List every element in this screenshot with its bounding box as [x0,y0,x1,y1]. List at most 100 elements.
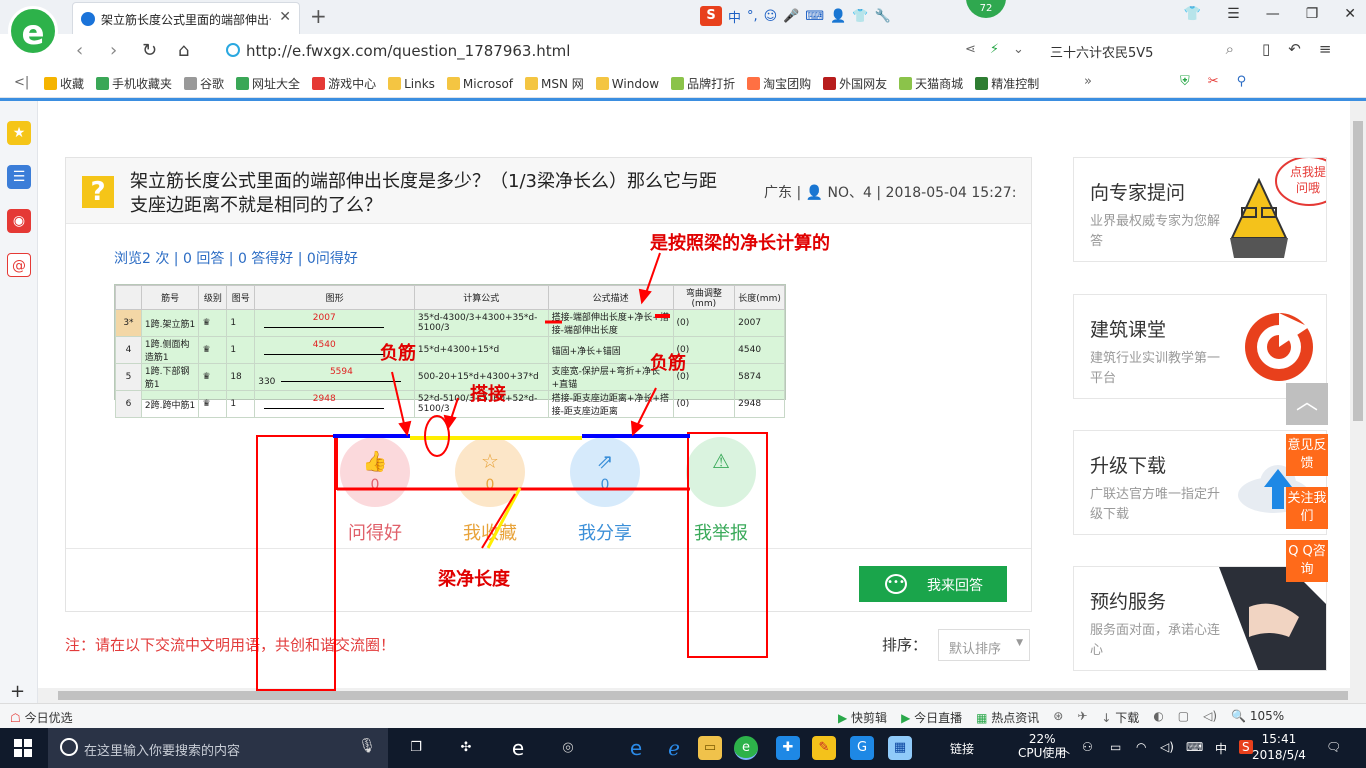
status-item[interactable]: ↓ 下载 [1101,709,1139,726]
menu-icon[interactable]: ☰ [1227,6,1240,22]
microphone-icon[interactable]: 🎙 [358,738,376,754]
status-item[interactable]: ⊛ [1053,709,1063,726]
bookmark-item[interactable]: Links [388,75,435,92]
cell-idx[interactable]: 5 [115,363,142,391]
action-share[interactable]: ⇗ 0 我分享 [570,437,640,545]
cell-length[interactable]: 2948 [734,390,785,418]
wifi-icon[interactable]: ◠ [1136,740,1146,754]
action-label[interactable]: 问得好 [325,519,425,545]
cell-desc[interactable]: 搭接-端部伸出长度+净长+搭接-端部伸出长度 [547,309,674,337]
taskbar-search-placeholder[interactable]: 在这里输入你要搜索的内容 [84,740,240,759]
ime-language[interactable]: 中 [728,7,741,26]
address-bar[interactable]: http://e.fwxgx.com/question_1787963.html [222,38,957,64]
ie-icon[interactable]: ℯ [662,736,686,760]
cell-fig[interactable]: 1 [226,390,256,418]
bookmark-item[interactable]: 外国网友 [823,75,887,92]
question-user[interactable]: NO、4 [828,185,872,201]
ime-user-icon[interactable]: 👤 [830,9,846,24]
qq-consult-button[interactable]: Q Q咨询 [1286,540,1328,582]
cell-name[interactable]: 1跨.侧面构造筋1 [140,336,200,364]
status-item[interactable]: ▢ [1178,709,1189,726]
task-view-icon[interactable]: ❐ [404,736,428,760]
ime-emoji-icon[interactable]: ☺ [764,9,778,24]
bookmark-item[interactable]: MSN 网 [525,75,584,92]
bookmark-item[interactable]: 品牌打折 [671,75,735,92]
forward-icon[interactable]: › [110,40,117,61]
bookmark-item[interactable]: 谷歌 [184,75,224,92]
home-icon[interactable]: ⌂ [178,40,189,61]
bookmark-item[interactable]: 手机收藏夹 [96,75,172,92]
add-sidebar-icon[interactable]: + [10,681,25,702]
sort-select[interactable]: 默认排序 ▼ [938,629,1030,661]
bookmark-item[interactable]: 天猫商城 [899,75,963,92]
cell-length[interactable]: 4540 [734,336,785,364]
bookmark-item[interactable]: 收藏 [44,75,84,92]
links-toolbar[interactable]: 链接 [950,740,974,757]
horizontal-scrollbar[interactable] [38,688,1350,703]
scissors-icon[interactable]: ✂ [1208,74,1219,89]
cell-grade[interactable]: ♛ [198,390,228,418]
ime-keyboard-icon[interactable]: ⌨ [805,9,824,24]
cell-desc[interactable]: 搭接-距支座边距离+净长+搭接-距支座边距离 [547,390,674,418]
cell-idx[interactable]: 4 [115,336,142,364]
back-icon[interactable]: ‹ [76,40,83,61]
browser-taskbar-icon[interactable]: e [734,736,758,760]
table-row[interactable]: 3* 1跨.架立筋1 ♛ 1 2007 35*d-4300/3+4300+35*d-510… [115,309,785,337]
shape-cell[interactable]: 2948 [254,390,415,418]
action-label[interactable]: 我收藏 [440,519,540,545]
share-page-icon[interactable]: ⋖ [965,42,976,57]
cell-fig[interactable]: 1 [226,309,256,337]
bookmark-item[interactable]: Microsof [446,75,513,92]
weibo-icon[interactable]: ◉ [7,209,31,233]
weather-badge[interactable]: 72 [966,0,1006,18]
reading-list-icon[interactable]: ☰ [7,165,31,189]
ime-punct-toggle[interactable]: °, [747,9,758,24]
bookmark-item[interactable]: 网址大全 [236,75,300,92]
search-input[interactable]: 三十六计农民5V5 [1050,42,1153,61]
cell-name[interactable]: 1跨.下部钢筋1 [140,363,200,391]
feedback-button[interactable]: 意见反馈 [1286,434,1328,476]
action-thumb[interactable]: 👍 0 问得好 [340,437,410,545]
action-label[interactable]: 我举报 [671,519,771,545]
clock[interactable]: 15:41 2018/5/4 [1252,731,1306,763]
status-item[interactable]: ▶ 快剪辑 [838,709,887,726]
folder-app-icon[interactable]: ▦ [888,736,912,760]
vertical-scrollbar[interactable] [1350,101,1366,703]
bookmark-item[interactable]: 精准控制 [975,75,1039,92]
site-security-icon[interactable] [226,43,240,57]
bookmarks-more-icon[interactable]: » [1084,74,1092,89]
favorites-star-icon[interactable]: ★ [7,121,31,145]
cell-name[interactable]: 2跨.跨中筋1 [140,390,200,418]
action-circle[interactable]: 👍 0 [340,437,410,507]
status-item[interactable]: ▦ 热点资讯 [976,709,1039,726]
horizontal-scroll-thumb[interactable] [58,691,1348,700]
refresh-icon[interactable]: ↻ [142,40,157,61]
tab-close-icon[interactable]: ✕ [279,9,291,25]
cell-formula[interactable]: 15*d+4300+15*d [413,336,549,364]
phone-icon[interactable]: ▯ [1262,40,1270,58]
cell-idx[interactable]: 3* [115,309,142,337]
new-tab-button[interactable]: + [310,4,327,28]
volume-icon[interactable]: ◁) [1160,740,1174,754]
cell-fig[interactable]: 18 [226,363,256,391]
ask-badge[interactable]: 点我提问哦 [1274,158,1326,208]
cell-name[interactable]: 1跨.架立筋1 [140,309,200,337]
status-item[interactable]: ◁) [1203,709,1217,726]
ime-skin-icon[interactable]: 👕 [852,9,868,24]
bookmark-item[interactable]: Window [595,75,659,92]
browser-logo-icon[interactable]: e [8,6,58,56]
action-circle[interactable]: ⇗ 0 [570,437,640,507]
ime-tools-icon[interactable]: 🔧 [875,9,891,24]
bookmark-item[interactable]: 游戏中心 [312,75,376,92]
edge-blue-icon[interactable]: e [624,736,648,760]
tray-user-icon[interactable]: ⚇ [1082,740,1093,754]
shirt-icon[interactable]: 👕 [1184,6,1201,22]
table-row[interactable]: 6 2跨.跨中筋1 ♛ 1 2948 52*d-5100/3+5100+52*d-5100… [115,390,785,418]
dropdown-icon[interactable]: ⌄ [1013,42,1024,57]
cell-grade[interactable]: ♛ [198,363,228,391]
windows-start-icon[interactable] [14,739,32,757]
taskbar-search[interactable]: 在这里输入你要搜索的内容 🎙 [48,728,388,768]
spiral-app-icon[interactable]: ◎ [556,736,580,760]
sogou-ime-icon[interactable]: S [700,6,722,26]
shield-icon[interactable]: ⛨ [1180,74,1190,89]
